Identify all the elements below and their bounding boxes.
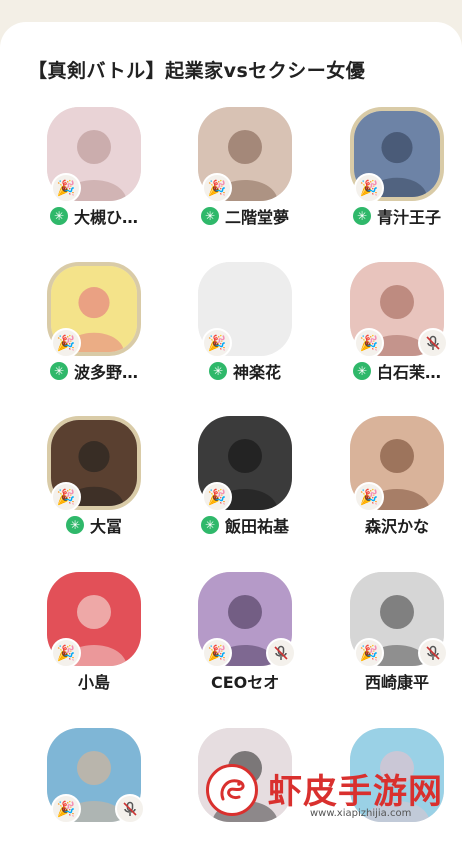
speaker-name: 大冨 (90, 517, 123, 536)
party-popper-icon: 🎉 (354, 482, 384, 512)
speaker-grid: 🎉 ✳ 大槻ひ… 🎉 ✳ 二階堂夢 🎉 ✳ 青汁王子 🎉 ✳ 波多野… 🎉 ✳ 神楽花 🎉 ✳ 白石茉… 🎉 ✳ 大冨 🎉… (0, 0, 462, 827)
speaker-name-row: ✳ 波多野… (50, 360, 138, 382)
moderator-star-icon: ✳ (201, 207, 219, 225)
party-popper-icon: 🎉 (51, 638, 81, 668)
speaker-name: 森沢かな (365, 517, 430, 536)
party-popper-icon: 🎉 (202, 173, 232, 203)
muted-mic-icon (115, 794, 145, 824)
moderator-star-icon: ✳ (50, 362, 68, 380)
muted-mic-icon (418, 638, 448, 668)
speaker-name: 小島 (78, 673, 111, 692)
shrimp-logo-icon (206, 764, 258, 816)
speaker-name-row: ✳ 飯田祐基 (201, 514, 289, 536)
speaker-name-row: CEOセオ (211, 670, 279, 692)
speaker-name-row: ✳ 青汁王子 (353, 205, 441, 227)
moderator-star-icon: ✳ (209, 362, 227, 380)
watermark-url: www.xiapizhijia.com (310, 808, 412, 819)
speaker-name: CEOセオ (211, 673, 280, 692)
watermark: 虾皮手游网 www.xiapizhijia.com (200, 758, 462, 827)
moderator-star-icon: ✳ (50, 207, 68, 225)
speaker-name-row: ✳ 白石茉… (353, 360, 441, 382)
speaker-name: 大槻ひ… (74, 208, 139, 227)
party-popper-icon: 🎉 (51, 328, 81, 358)
moderator-star-icon: ✳ (353, 362, 371, 380)
moderator-star-icon: ✳ (353, 207, 371, 225)
party-popper-icon: 🎉 (51, 482, 81, 512)
party-popper-icon: 🎉 (202, 638, 232, 668)
muted-mic-icon (418, 328, 448, 358)
speaker-name-row: 小島 (78, 670, 110, 692)
speaker-name-row: ✳ 大槻ひ… (50, 205, 138, 227)
moderator-star-icon: ✳ (66, 516, 84, 534)
party-popper-icon: 🎉 (354, 638, 384, 668)
speaker-name: 白石茉… (377, 363, 442, 382)
speaker-name-row: ✳ 二階堂夢 (201, 205, 289, 227)
party-popper-icon: 🎉 (202, 328, 232, 358)
speaker-name-row: 西崎康平 (365, 670, 429, 692)
speaker-name: 二階堂夢 (225, 208, 290, 227)
speaker-name-row: ✳ 神楽花 (209, 360, 281, 382)
speaker-name: 西崎康平 (365, 673, 430, 692)
moderator-star-icon: ✳ (201, 516, 219, 534)
speaker-name: 神楽花 (233, 363, 282, 382)
speaker-name-row: ✳ 大冨 (66, 514, 122, 536)
party-popper-icon: 🎉 (51, 794, 81, 824)
party-popper-icon: 🎉 (51, 173, 81, 203)
speaker-name: 飯田祐基 (225, 517, 290, 536)
speaker-name: 青汁王子 (377, 208, 442, 227)
party-popper-icon: 🎉 (354, 173, 384, 203)
speaker-name-row: 森沢かな (365, 514, 429, 536)
muted-mic-icon (266, 638, 296, 668)
speaker-name: 波多野… (74, 363, 139, 382)
party-popper-icon: 🎉 (354, 328, 384, 358)
party-popper-icon: 🎉 (202, 482, 232, 512)
watermark-brand: 虾皮手游网 (268, 772, 443, 812)
